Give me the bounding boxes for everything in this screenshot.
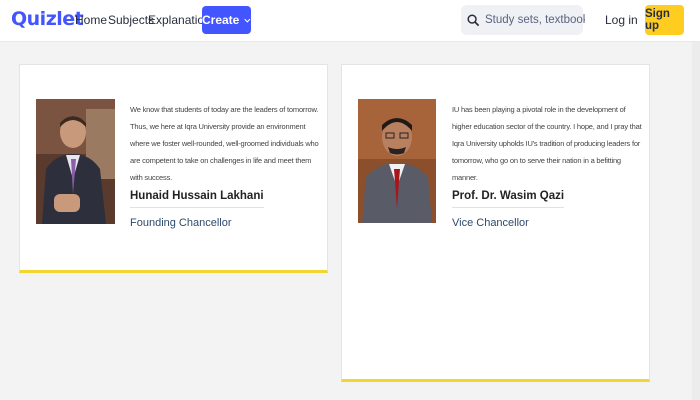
- create-button-label: Create: [202, 13, 240, 27]
- vice-chancellor-quote: IU has been playing a pivotal role in th…: [452, 105, 642, 182]
- chancellor-photo: [36, 99, 115, 224]
- vice-chancellor-name: Prof. Dr. Wasim Qazi: [452, 190, 565, 208]
- signup-button[interactable]: Sign up: [645, 5, 684, 35]
- top-nav-bar: Quizlet Home Subjects Explanations Creat…: [0, 0, 700, 42]
- chancellor-quote: We know that students of today are the l…: [130, 105, 319, 182]
- scrollbar-track[interactable]: [692, 42, 700, 400]
- vice-chancellor-photo: [358, 99, 436, 223]
- login-link[interactable]: Log in: [605, 13, 638, 27]
- search-box[interactable]: [461, 5, 585, 35]
- quizlet-logo[interactable]: Quizlet: [11, 8, 84, 30]
- create-button[interactable]: Create: [202, 6, 251, 34]
- leader-card-chancellor: We know that students of today are the l…: [19, 64, 328, 273]
- chancellor-name: Hunaid Hussain Lakhani: [130, 190, 264, 208]
- search-input[interactable]: [485, 14, 585, 26]
- search-icon: [467, 13, 480, 26]
- chancellor-title: Founding Chancellor: [130, 217, 232, 229]
- chevron-down-icon: [244, 18, 251, 23]
- nav-home-link[interactable]: Home: [75, 13, 107, 27]
- leader-card-vice-chancellor: IU has been playing a pivotal role in th…: [341, 64, 650, 382]
- vice-chancellor-title: Vice Chancellor: [452, 217, 529, 229]
